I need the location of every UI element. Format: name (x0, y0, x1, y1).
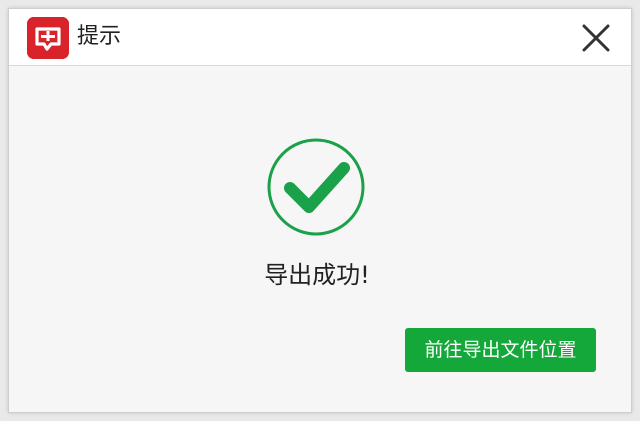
close-button[interactable] (577, 19, 615, 57)
dialog-content: 导出成功! 前往导出文件位置 (9, 66, 631, 412)
check-circle-icon-graphic (267, 138, 365, 236)
success-message: 导出成功! (264, 261, 370, 289)
check-circle-icon (266, 137, 366, 237)
open-export-location-button[interactable]: 前往导出文件位置 (405, 328, 596, 372)
red-chat-app-icon (27, 17, 69, 59)
dialog-title: 提示 (77, 24, 122, 49)
export-success-dialog: 提示 导出成功! 前往导出文件位置 (8, 8, 632, 413)
close-icon[interactable] (577, 19, 615, 57)
dialog-titlebar: 提示 (9, 9, 631, 66)
red-chat-app-icon-glyph (27, 17, 69, 59)
